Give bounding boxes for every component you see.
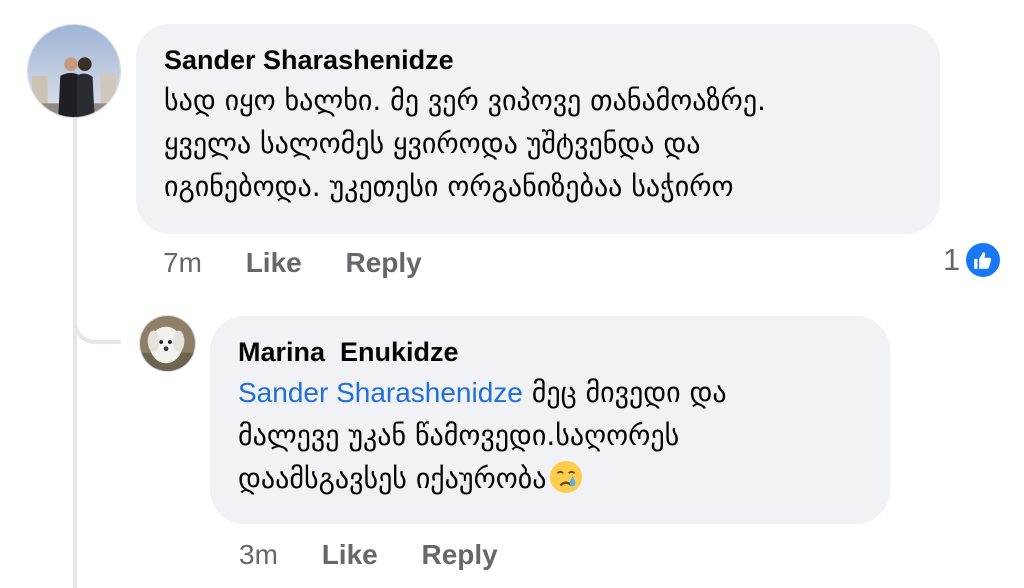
thread-connector-line xyxy=(73,118,77,588)
reply-text-line: დაამსგავსეს იქაურობა xyxy=(238,457,862,500)
like-button[interactable]: Like xyxy=(322,539,378,570)
crying-face-emoji xyxy=(549,460,582,494)
reply-timestamp[interactable]: 3m xyxy=(239,539,278,570)
comment-timestamp[interactable]: 7m xyxy=(163,247,202,278)
comment-meta-sander: 7m Like Reply xyxy=(163,247,422,279)
reply-connector-curve xyxy=(73,290,121,344)
avatar-sander[interactable] xyxy=(27,24,121,118)
reply-button[interactable]: Reply xyxy=(422,539,498,570)
mention-link[interactable]: Sander Sharashenidze xyxy=(238,377,523,408)
comment-author-name[interactable]: Sander Sharashenidze xyxy=(164,44,912,76)
reply-text-segment: მეც მივედი და xyxy=(522,376,727,409)
reply-text-line: Sander Sharashenidze მეც მივედი და xyxy=(238,371,862,414)
reaction-summary[interactable]: 1 xyxy=(943,241,1003,279)
comment-text-line: ყველა სალომეს ყვიროდა უშტვენდა და xyxy=(164,127,701,160)
avatar-marina-photo xyxy=(140,316,195,371)
reply-author-name[interactable]: Marina Enukidze xyxy=(238,336,862,368)
reply-text-line: მალევე უკან წამოვედი.საღორეს xyxy=(238,419,680,452)
comment-text-line: იგინებოდა. უკეთესი ორგანიზებაა საჭირო xyxy=(164,170,734,203)
reply-button[interactable]: Reply xyxy=(346,247,422,278)
comment-text-line: სად იყო ხალხი. მე ვერ ვიპოვე თანამოაზრე. xyxy=(164,84,766,117)
reply-text-segment: დაამსგავსეს იქაურობა xyxy=(238,462,547,495)
reaction-count: 1 xyxy=(943,242,961,277)
reply-bubble-marina: Marina Enukidze Sander Sharashenidze მეც… xyxy=(210,316,890,524)
like-reaction-icon xyxy=(964,241,1003,279)
like-button[interactable]: Like xyxy=(246,247,302,278)
thumbs-up-icon xyxy=(974,252,992,269)
reply-meta-marina: 3m Like Reply xyxy=(239,539,498,571)
avatar-sander-photo xyxy=(28,25,120,117)
comment-text: სად იყო ხალხი. მე ვერ ვიპოვე თანამოაზრე.… xyxy=(164,79,912,208)
reply-text: Sander Sharashenidze მეც მივედი და მალევ… xyxy=(238,371,862,500)
comment-bubble-sander: Sander Sharashenidze სად იყო ხალხი. მე ვ… xyxy=(136,24,940,234)
avatar-marina[interactable] xyxy=(139,315,196,372)
